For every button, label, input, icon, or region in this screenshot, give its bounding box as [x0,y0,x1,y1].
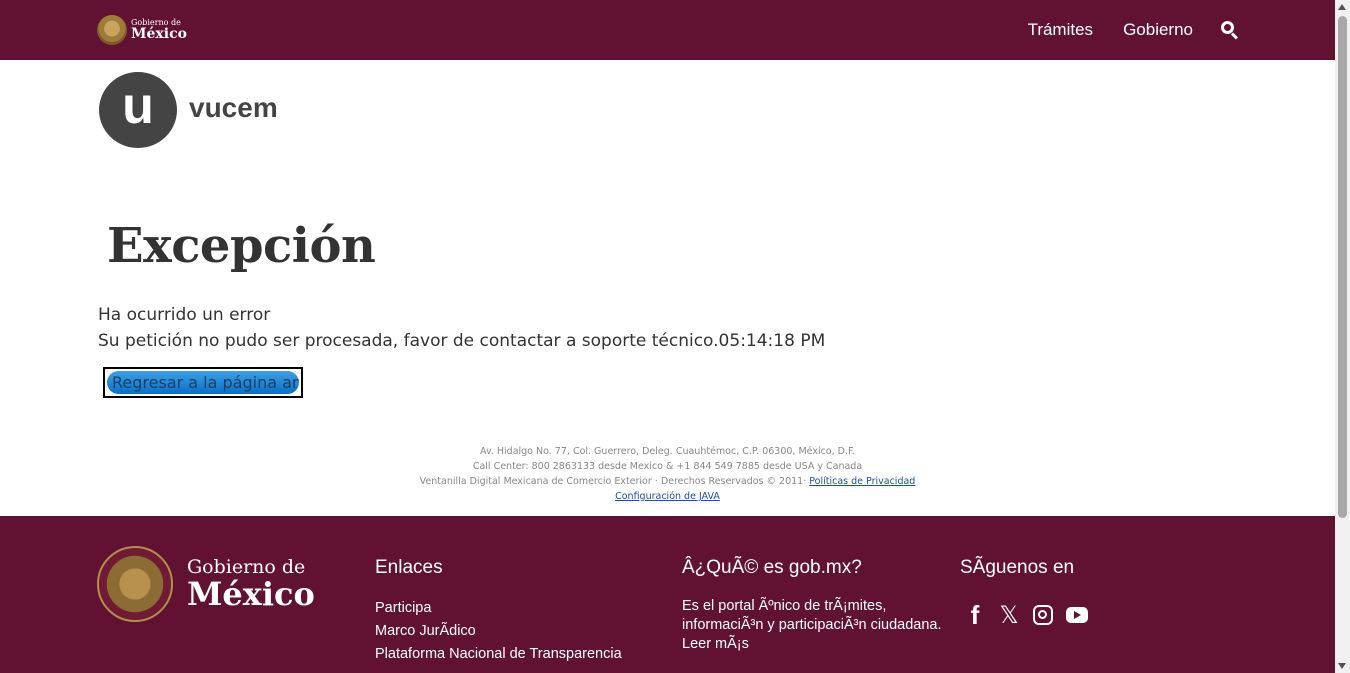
youtube-icon[interactable] [1066,603,1088,627]
back-button[interactable]: Regresar a la página anterior [103,367,303,398]
about-column: Â¿QuÃ© es gob.mx? Es el portal Ãºnico de… [682,557,952,654]
link-participa[interactable]: Participa [375,597,622,620]
seal-icon [97,15,127,45]
about-text[interactable]: Es el portal Ãºnico de trÃ¡mites, inform… [682,597,952,654]
x-icon[interactable]: 𝕏 [998,602,1020,629]
privacy-link[interactable]: Políticas de Privacidad [809,476,915,487]
footer-brand-line2: México [187,575,315,613]
scrollbar[interactable] [1335,0,1350,673]
social-links: f 𝕏 [964,600,1088,630]
footer-logo[interactable]: Gobierno de México [97,546,315,622]
search-icon[interactable] [1221,21,1239,40]
scroll-up-icon[interactable] [1338,4,1346,10]
brand-large-text: México [131,26,187,42]
vucem-word: vucem [189,92,278,123]
instagram-icon[interactable] [1032,603,1054,627]
back-button-label: Regresar a la página anterior [107,371,299,394]
page-title: Excepción [107,218,376,274]
scrollbar-thumb[interactable] [1338,16,1347,518]
vucem-logo: u vucem [99,72,278,148]
callcenter-text: Call Center: 800 2863133 desde Mexico & … [472,461,863,472]
error-message: Ha ocurrido un error [98,305,271,325]
rights-text: Ventanilla Digital Mexicana de Comercio … [419,476,807,487]
link-transparencia[interactable]: Plataforma Nacional de Transparencia [375,643,622,666]
contact-footer: Av. Hidalgo No. 77, Col. Guerrero, Deleg… [0,444,1335,504]
error-detail: Su petición no pudo ser procesada, favor… [98,331,826,351]
address-text: Av. Hidalgo No. 77, Col. Guerrero, Deleg… [480,446,855,457]
links-title: Enlaces [375,557,443,578]
main-footer: Gobierno de México Enlaces Participa Mar… [0,516,1335,673]
links-column: Enlaces Participa Marco JurÃdico Platafo… [375,557,622,666]
gobierno-logo[interactable]: Gobierno de México [97,15,187,45]
follow-title: SÃguenos en [960,557,1075,578]
page: Gobierno de México Trámites Gobierno u v… [0,0,1335,673]
vucem-mark: u [99,72,177,148]
seal-icon [97,546,173,622]
top-nav: Trámites Gobierno [1028,20,1239,40]
scroll-down-icon[interactable] [1338,663,1346,669]
java-config-link[interactable]: Configuración de JAVA [615,491,720,502]
nav-gobierno[interactable]: Gobierno [1123,20,1193,40]
nav-tramites[interactable]: Trámites [1028,20,1094,40]
link-marco-juridico[interactable]: Marco JurÃdico [375,620,622,643]
facebook-icon[interactable]: f [964,600,986,630]
about-title: Â¿QuÃ© es gob.mx? [682,557,862,578]
top-header: Gobierno de México Trámites Gobierno [0,0,1335,60]
follow-column: SÃguenos en f 𝕏 [960,557,1088,630]
